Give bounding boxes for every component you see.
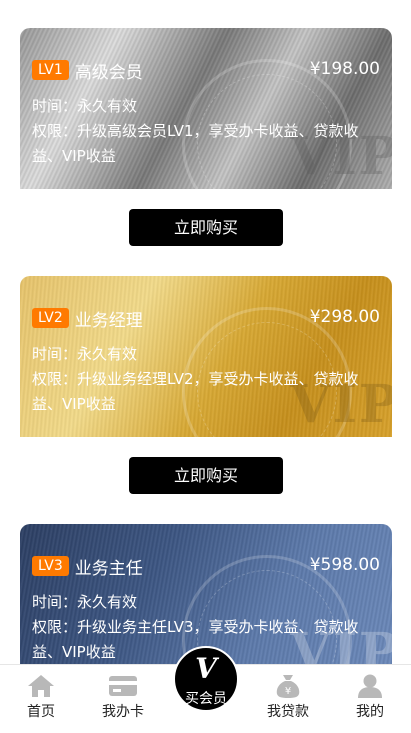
buy-button-lv1[interactable]: 立即购买 <box>129 209 283 246</box>
validity-text: 时间：永久有效 <box>32 593 138 611</box>
tab-label: 买会员 <box>185 691 227 707</box>
tab-label: 我的 <box>356 704 384 720</box>
rights-text: 权限：升级高级会员LV1，享受办卡收益、贷款收益、VIP收益 <box>32 122 359 165</box>
yen-bag-icon: ¥ <box>276 675 300 698</box>
membership-card-lv3: VIP LV3 业务主任 ¥598.00 时间：永久有效 权限：升级业务主任LV… <box>20 524 392 664</box>
card-price: ¥598.00 <box>309 555 380 575</box>
tab-label: 我办卡 <box>102 704 144 720</box>
rights-text: 权限：升级业务经理LV2，享受办卡收益、贷款收益、VIP收益 <box>32 370 359 413</box>
validity-text: 时间：永久有效 <box>32 97 138 115</box>
svg-text:¥: ¥ <box>285 686 291 697</box>
card-title: 业务经理 <box>74 310 143 331</box>
tab-label: 我贷款 <box>267 704 309 720</box>
v-icon: V <box>195 652 217 685</box>
card-icon <box>109 676 137 696</box>
tab-card[interactable]: 我办卡 <box>82 665 164 733</box>
card-title: 业务主任 <box>74 558 143 579</box>
tab-home[interactable]: 首页 <box>0 665 82 733</box>
card-price: ¥198.00 <box>309 59 380 79</box>
level-badge: LV1 <box>32 60 69 80</box>
tab-label: 首页 <box>27 704 55 720</box>
user-icon <box>358 674 382 698</box>
tab-buy-membership[interactable]: V 买会员 <box>173 646 239 712</box>
membership-card-lv2: VIP LV2 业务经理 ¥298.00 时间：永久有效 权限：升级业务经理LV… <box>20 276 392 437</box>
validity-text: 时间：永久有效 <box>32 345 138 363</box>
membership-card-lv1: VIP LV1 高级会员 ¥198.00 时间：永久有效 权限：升级高级会员LV… <box>20 28 392 189</box>
home-icon <box>28 675 54 697</box>
tab-loan[interactable]: ¥ 我贷款 <box>247 665 329 733</box>
level-badge: LV2 <box>32 308 69 328</box>
level-badge: LV3 <box>32 556 69 576</box>
card-price: ¥298.00 <box>309 307 380 327</box>
tab-mine[interactable]: 我的 <box>329 665 411 733</box>
card-title: 高级会员 <box>74 62 143 83</box>
buy-button-lv2[interactable]: 立即购买 <box>129 457 283 494</box>
membership-list[interactable]: VIP LV1 高级会员 ¥198.00 时间：永久有效 权限：升级高级会员LV… <box>0 0 411 664</box>
